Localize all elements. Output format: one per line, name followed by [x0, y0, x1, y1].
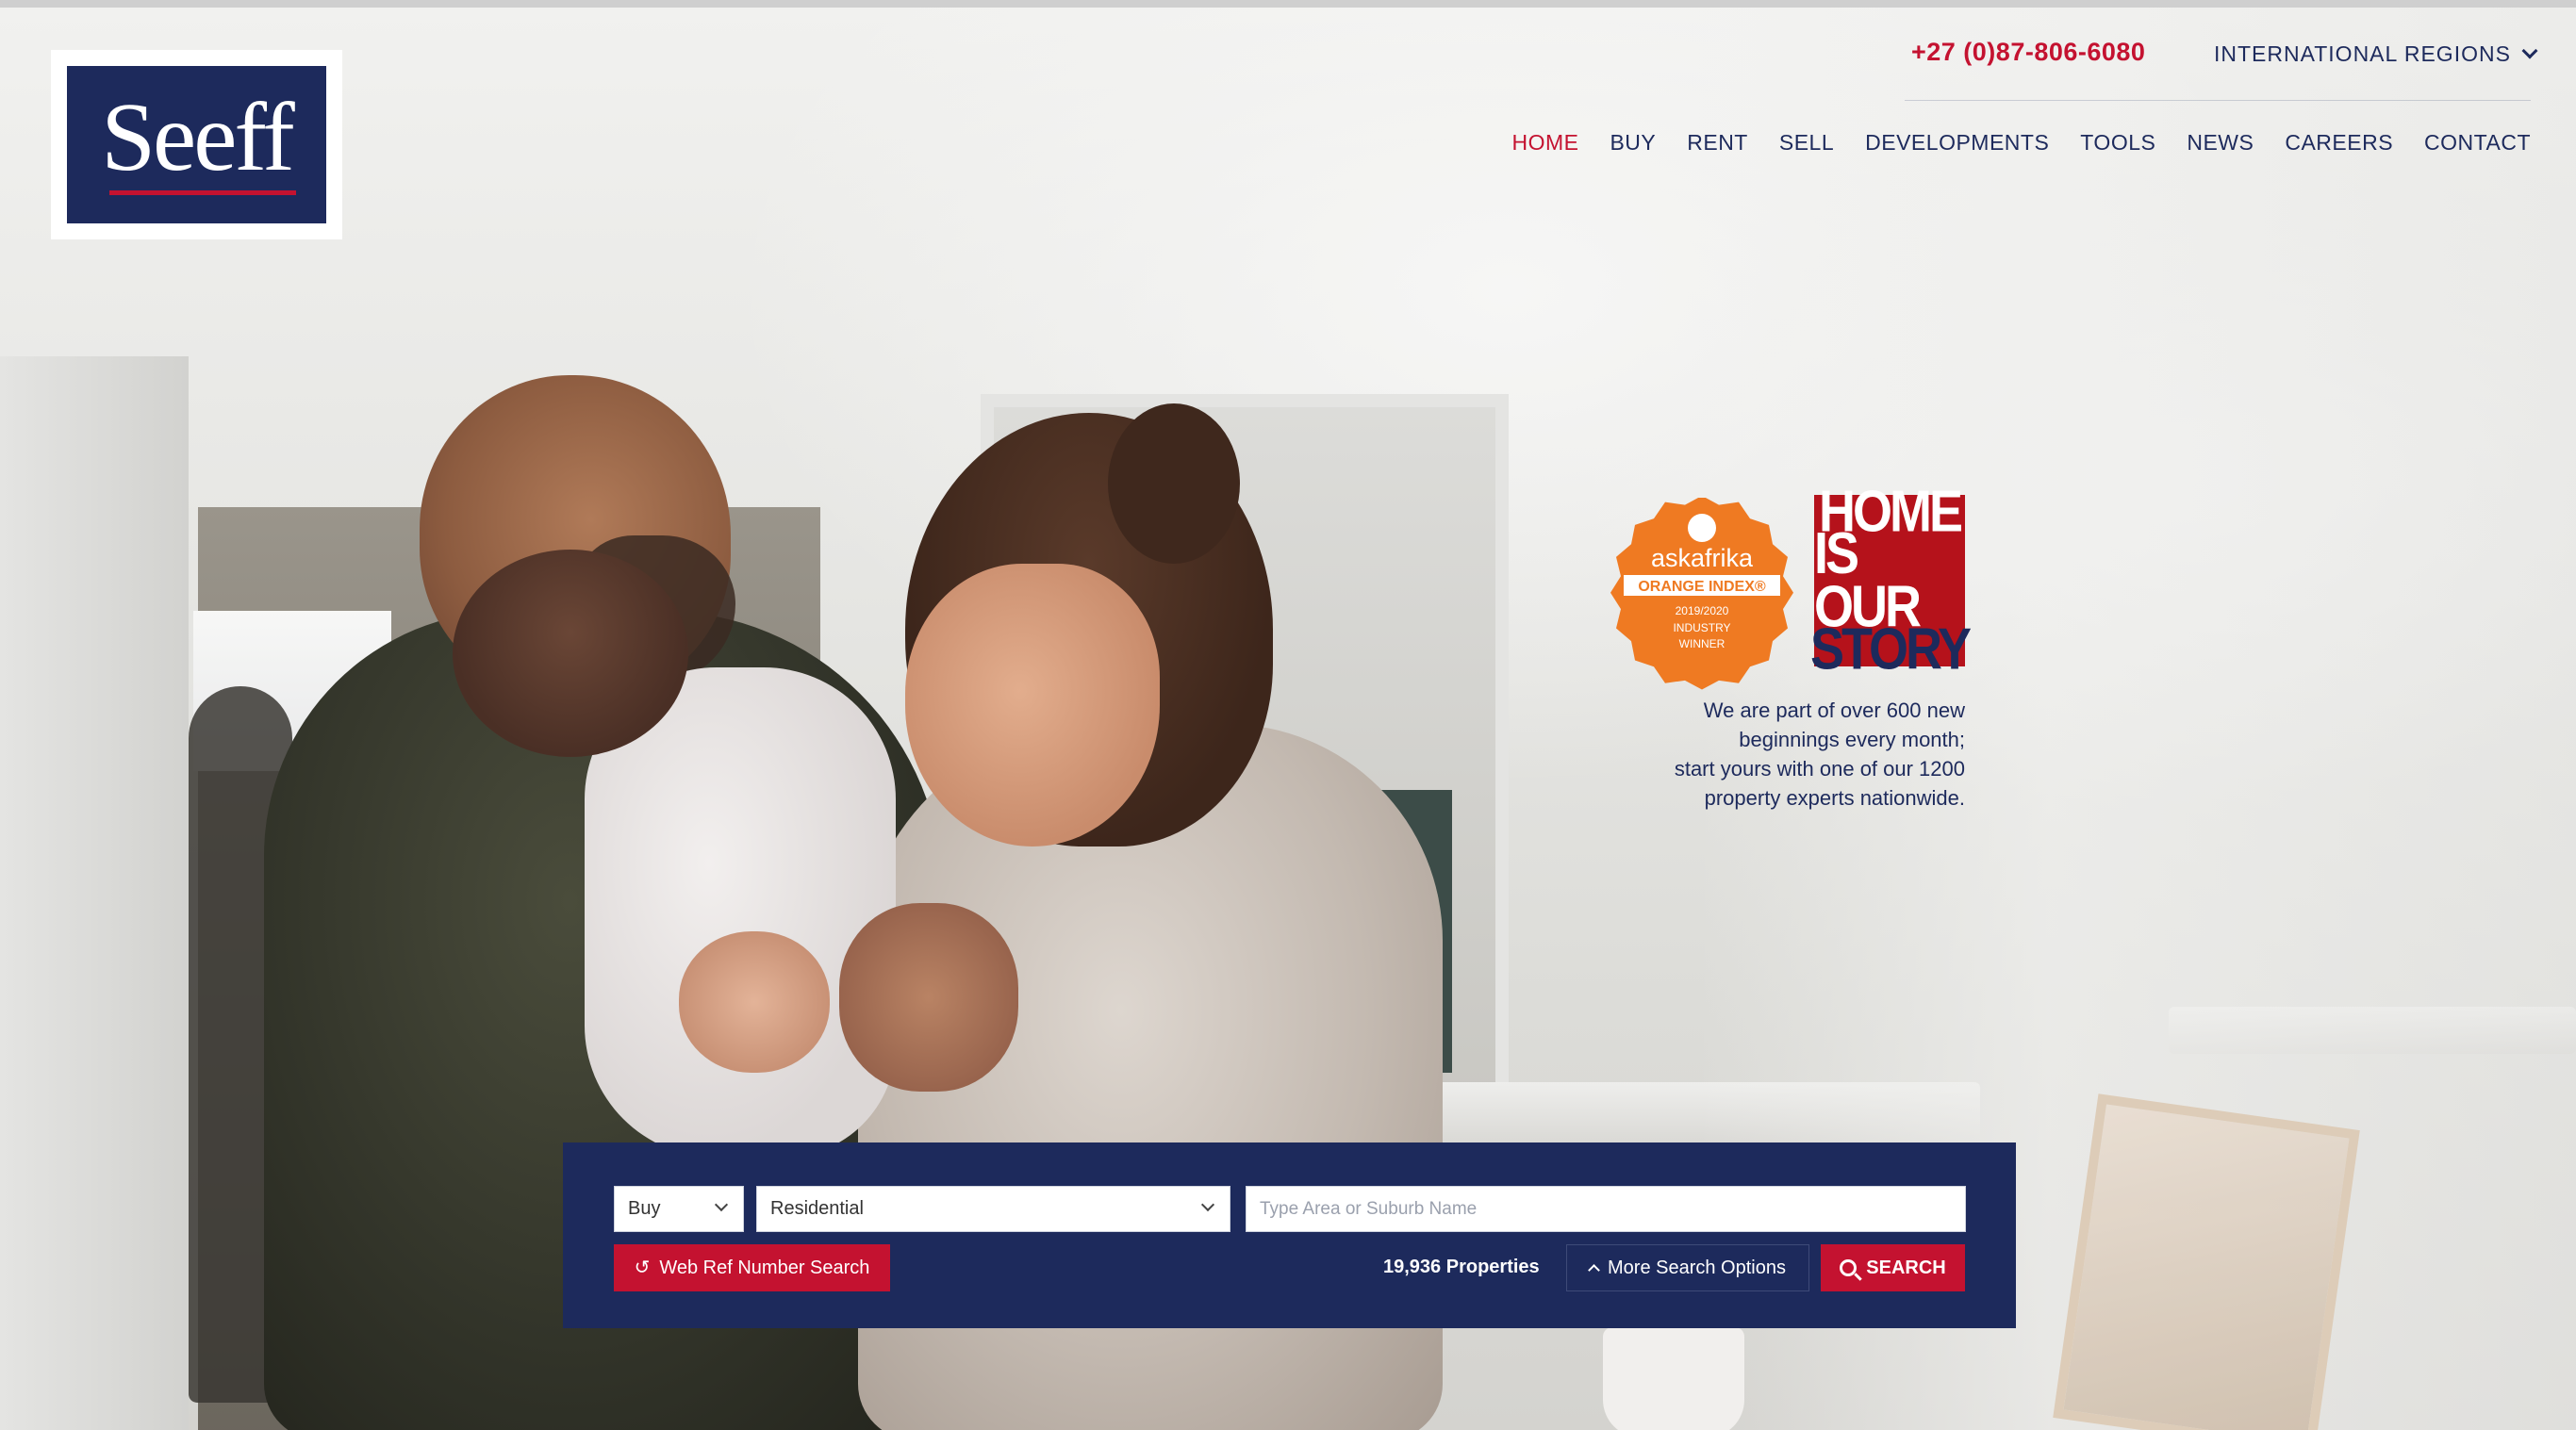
property-type-value: Residential [770, 1198, 864, 1219]
web-ref-search-button[interactable]: ↺ Web Ref Number Search [614, 1244, 890, 1291]
nav-divider [1905, 100, 2531, 101]
cup [1603, 1327, 1744, 1430]
search-button[interactable]: SEARCH [1821, 1244, 1965, 1291]
home-is-our-story-badge: HOME IS OUR STORY [1810, 483, 1972, 678]
logo-text: Seeff [101, 83, 295, 191]
tagline-line: property experts nationwide. [1704, 786, 1965, 810]
nav-item-tools[interactable]: TOOLS [2080, 130, 2155, 156]
listing-type-select[interactable]: Buy [614, 1186, 744, 1232]
property-search-panel [563, 1142, 2016, 1328]
tagline-line: start yours with one of our 1200 [1674, 757, 1965, 781]
property-count: 19,936 Properties [1383, 1257, 1540, 1277]
nav-item-developments[interactable]: DEVELOPMENTS [1865, 130, 2049, 156]
listing-type-value: Buy [628, 1198, 661, 1219]
more-search-options-button[interactable]: More Search Options [1566, 1244, 1809, 1291]
tagline-line: We are part of over 600 new [1703, 699, 1965, 722]
woman-hair-bun [1108, 403, 1240, 564]
tagline-line: beginnings every month; [1739, 728, 1965, 751]
hand [679, 931, 830, 1073]
international-regions-label: INTERNATIONAL REGIONS [2214, 41, 2511, 66]
baby-head [453, 550, 688, 757]
phone-number-link[interactable]: +27 (0)87-806-6080 [1911, 38, 2145, 67]
nav-item-home[interactable]: HOME [1511, 130, 1578, 156]
refresh-icon: ↺ [634, 1257, 651, 1278]
more-search-options-label: More Search Options [1608, 1257, 1786, 1278]
chevron-down-icon [2521, 42, 2538, 58]
seeff-logo[interactable]: Seeff [51, 50, 342, 239]
chevron-down-icon [1200, 1197, 1215, 1212]
area-search-input[interactable] [1260, 1187, 1965, 1231]
badge-line1: INDUSTRY [1673, 621, 1730, 634]
nav-item-buy[interactable]: BUY [1610, 130, 1656, 156]
picture-frame [2053, 1093, 2360, 1430]
badge-years: 2019/2020 [1676, 604, 1729, 617]
chevron-up-icon [1588, 1264, 1600, 1276]
area-search-field[interactable] [1246, 1186, 1966, 1232]
chevron-down-icon [714, 1197, 729, 1212]
international-regions-dropdown[interactable]: INTERNATIONAL REGIONS [2214, 41, 2538, 67]
search-icon [1840, 1259, 1858, 1276]
badge-index: ORANGE INDEX® [1638, 579, 1766, 595]
askafrika-award-badge: askafrika ORANGE INDEX® 2019/2020 INDUST… [1610, 498, 1793, 690]
hand [839, 903, 1018, 1092]
nav-item-careers[interactable]: CAREERS [2285, 130, 2393, 156]
badge-home-line3: STORY [1809, 616, 1972, 682]
badge-brand: askafrika [1651, 544, 1754, 572]
web-ref-search-label: Web Ref Number Search [659, 1257, 870, 1278]
woman-face [905, 564, 1160, 846]
logo-box: Seeff [67, 66, 326, 223]
hero-tagline: We are part of over 600 new beginnings e… [1622, 696, 1965, 813]
nav-item-contact[interactable]: CONTACT [2424, 130, 2531, 156]
askafrika-logo-icon [1688, 514, 1716, 542]
logo-underline [108, 190, 296, 195]
main-navigation: HOME BUY RENT SELL DEVELOPMENTS TOOLS NE… [1511, 130, 2531, 156]
wall-panel [0, 356, 189, 1430]
browser-top-strip [0, 0, 2576, 8]
search-button-label: SEARCH [1866, 1257, 1946, 1278]
nav-item-news[interactable]: NEWS [2187, 130, 2254, 156]
nav-item-sell[interactable]: SELL [1779, 130, 1834, 156]
badge-line2: WINNER [1679, 637, 1726, 650]
nav-item-rent[interactable]: RENT [1687, 130, 1748, 156]
property-type-select[interactable]: Residential [756, 1186, 1230, 1232]
